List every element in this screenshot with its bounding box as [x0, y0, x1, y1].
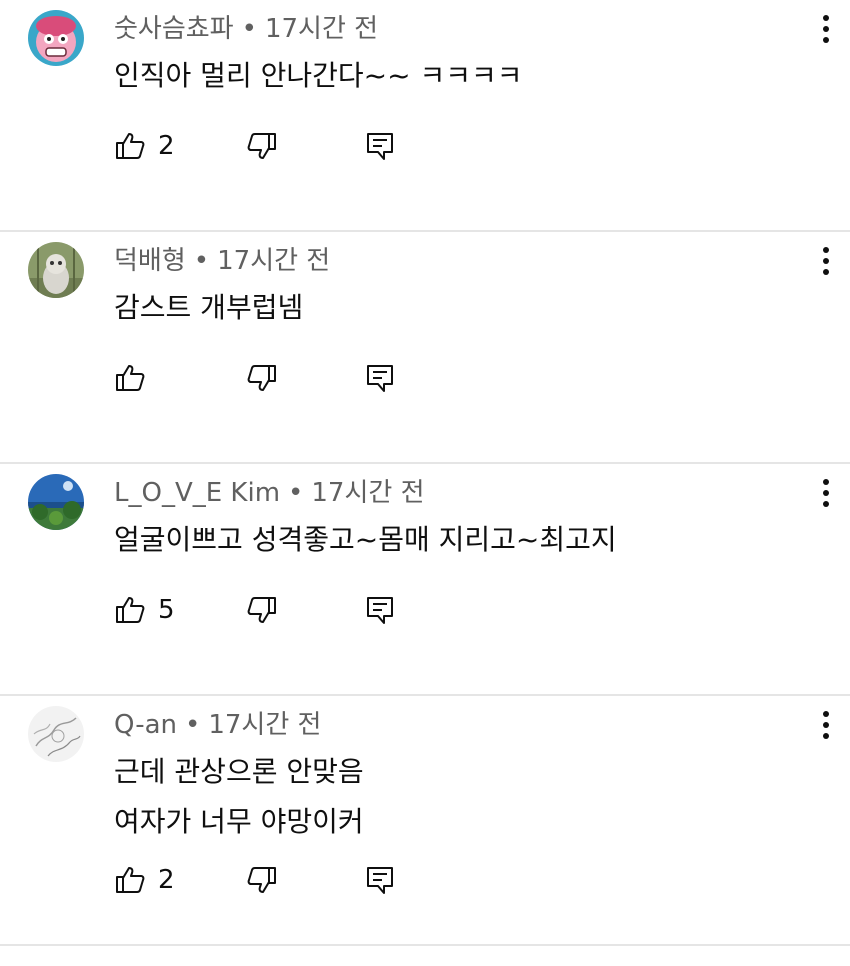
more-vertical-icon[interactable]: [814, 476, 838, 512]
comment-actions: 5: [114, 592, 414, 632]
reply-button[interactable]: [364, 128, 396, 164]
comment-item: L_O_V_E Kim • 17시간 전 얼굴이쁘고 성격좋고~몸매 지리고~최고지…: [0, 464, 850, 696]
avatar-image: [28, 10, 84, 66]
comment-meta: Q-an • 17시간 전: [114, 704, 321, 741]
comment-text: 근데 관상으론 안맞음 여자가 너무 야망이커: [114, 750, 364, 844]
meta-separator: •: [241, 14, 257, 44]
avatar-image: [28, 474, 84, 530]
dislike-button[interactable]: [246, 360, 278, 396]
comment-actions: 2: [114, 128, 414, 168]
like-count: 5: [158, 595, 175, 625]
meta-separator: •: [288, 478, 304, 508]
comment-meta: 숫사슴쵸파 • 17시간 전: [114, 8, 378, 45]
comment-item: 숫사슴쵸파 • 17시간 전 인직아 멀리 안나간다~~ ㅋㅋㅋㅋ 2: [0, 0, 850, 232]
thumbs-down-icon: [247, 867, 276, 893]
reply-icon: [367, 597, 393, 624]
dislike-button[interactable]: [246, 862, 278, 898]
reply-button[interactable]: [364, 360, 396, 396]
comment-time[interactable]: 17시간 전: [311, 478, 424, 508]
more-vertical-icon[interactable]: [814, 244, 838, 280]
thumbs-up-icon: [116, 867, 145, 893]
avatar[interactable]: [28, 242, 84, 298]
thumbs-down-icon: [247, 365, 276, 391]
meta-separator: •: [184, 710, 201, 740]
reply-button[interactable]: [364, 862, 396, 898]
comment-actions: 2: [114, 862, 414, 902]
author-name[interactable]: L_O_V_E Kim: [114, 478, 280, 508]
dislike-button[interactable]: [246, 592, 278, 628]
like-count: 2: [158, 131, 175, 161]
comment-line: 근데 관상으론 안맞음: [114, 755, 364, 788]
dislike-button[interactable]: [246, 128, 278, 164]
like-button[interactable]: 2: [114, 128, 175, 164]
comment-text: 인직아 멀리 안나간다~~ ㅋㅋㅋㅋ: [114, 54, 523, 98]
author-name[interactable]: 숫사슴쵸파: [114, 14, 234, 44]
comment-meta: 덕배형 • 17시간 전: [114, 240, 330, 277]
comment-item: 덕배형 • 17시간 전 감스트 개부럽넴: [0, 232, 850, 464]
reply-icon: [367, 867, 393, 894]
thumbs-up-icon: [116, 597, 145, 623]
comment-actions: [114, 360, 414, 400]
reply-icon: [367, 133, 393, 160]
comment-line: 감스트 개부럽넴: [114, 291, 304, 324]
more-vertical-icon[interactable]: [814, 708, 838, 744]
comment-item: Q-an • 17시간 전 근데 관상으론 안맞음 여자가 너무 야망이커 2: [0, 696, 850, 946]
like-button[interactable]: 2: [114, 862, 175, 898]
comment-line: 여자가 너무 야망이커: [114, 805, 364, 838]
reply-button[interactable]: [364, 592, 396, 628]
like-count: 2: [158, 865, 175, 895]
comment-text: 얼굴이쁘고 성격좋고~몸매 지리고~최고지: [114, 518, 617, 562]
avatar-image: [28, 242, 84, 298]
comment-line: 얼굴이쁘고 성격좋고~몸매 지리고~최고지: [114, 523, 617, 556]
avatar[interactable]: [28, 706, 84, 762]
comment-time[interactable]: 17시간 전: [208, 710, 321, 740]
more-vertical-icon[interactable]: [814, 12, 838, 48]
author-name[interactable]: 덕배형: [114, 246, 186, 276]
author-name[interactable]: Q-an: [114, 710, 177, 740]
comment-text: 감스트 개부럽넴: [114, 286, 303, 330]
thumbs-down-icon: [247, 597, 276, 623]
thumbs-down-icon: [247, 133, 276, 159]
reply-icon: [367, 365, 393, 392]
comment-meta: L_O_V_E Kim • 17시간 전: [114, 472, 424, 509]
like-button[interactable]: [114, 360, 158, 396]
avatar-image: [28, 706, 84, 762]
comment-time[interactable]: 17시간 전: [265, 14, 378, 44]
thumbs-up-icon: [116, 365, 145, 391]
avatar[interactable]: [28, 474, 84, 530]
thumbs-up-icon: [116, 133, 145, 159]
comment-time[interactable]: 17시간 전: [217, 246, 330, 276]
comment-line: 인직아 멀리 안나간다~~ ㅋㅋㅋㅋ: [114, 59, 523, 92]
avatar[interactable]: [28, 10, 84, 66]
comment-list: 숫사슴쵸파 • 17시간 전 인직아 멀리 안나간다~~ ㅋㅋㅋㅋ 2 덕배형 …: [0, 0, 850, 946]
meta-separator: •: [193, 246, 210, 276]
like-button[interactable]: 5: [114, 592, 175, 628]
